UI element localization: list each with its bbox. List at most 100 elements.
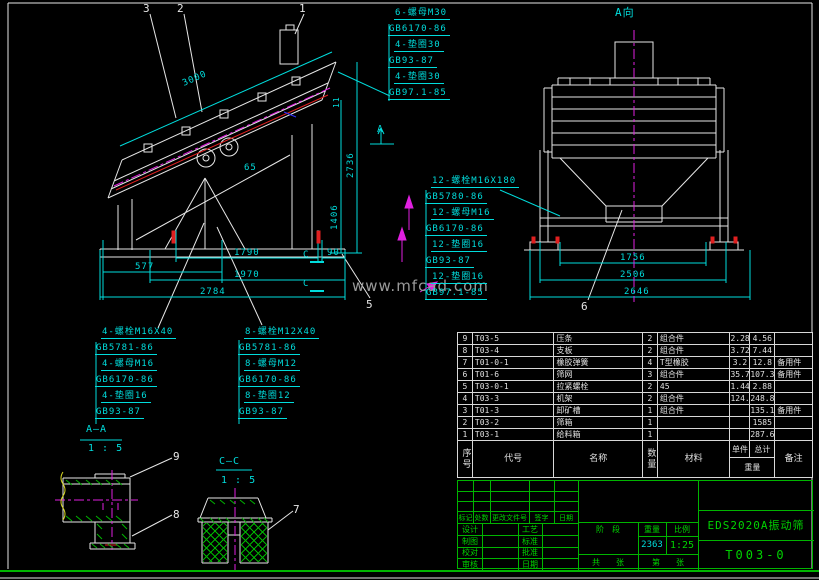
dim-11: 11 — [332, 96, 341, 108]
header-remark: 备注 — [775, 441, 812, 477]
part-seq: 2 — [458, 417, 473, 428]
table-row: 1 T03-1 给料箱 1 287.65 — [458, 429, 812, 441]
product-title: EDS2020A振动筛 — [698, 510, 814, 540]
part-unit-weight — [730, 417, 750, 428]
balloon-5: 5 — [366, 298, 373, 311]
section-aa-scale: 1 : 5 — [88, 443, 123, 454]
part-seq: 1 — [458, 429, 473, 440]
header-name: 名称 — [554, 441, 643, 477]
part-remark — [775, 381, 812, 392]
callout-line: 12-螺栓M16X180 — [431, 176, 519, 188]
sign-ratify: 批准 — [518, 547, 542, 558]
section-mark-c-bottom: C — [303, 279, 309, 289]
part-code: T03-2 — [473, 417, 555, 428]
part-material: 组合件 — [658, 333, 731, 344]
callout-line: GB5780-86 — [425, 192, 487, 204]
part-remark — [775, 429, 812, 440]
part-total-weight: 7.44 — [750, 345, 775, 356]
sign-drawn: 制图 — [458, 536, 482, 547]
part-code: T03-1 — [473, 429, 555, 440]
part-seq: 7 — [458, 357, 473, 368]
part-unit-weight: 3.72 — [730, 345, 750, 356]
callout-line: GB93-87 — [388, 56, 437, 68]
callout-line: GB6170-86 — [425, 224, 487, 236]
view-arrow-a-label: A — [377, 124, 384, 135]
callout-line: 6-螺母M30 — [394, 8, 450, 20]
balloon-8: 8 — [173, 508, 180, 521]
part-code: T03-4 — [473, 345, 555, 356]
section-mark-c-top: C — [303, 250, 309, 260]
part-total-weight: 107.37 — [750, 369, 775, 380]
sign-checked: 校对 — [458, 547, 482, 558]
part-seq: 8 — [458, 345, 473, 356]
part-qty: 4 — [643, 357, 658, 368]
balloon-3: 3 — [143, 2, 150, 15]
part-qty: 2 — [643, 345, 658, 356]
dim-height-2736: 2736 — [346, 152, 356, 178]
callout-line: 8-垫圈12 — [244, 391, 294, 403]
part-seq: 9 — [458, 333, 473, 344]
header-unit-weight: 单件 — [730, 441, 750, 457]
part-seq: 3 — [458, 405, 473, 416]
header-weight: 重量 — [730, 458, 774, 477]
callout-line: GB97.1-85 — [425, 288, 487, 300]
view-label-a-direction: A向 — [615, 4, 635, 20]
sign-process: 工艺 — [518, 524, 542, 535]
part-remark — [775, 345, 812, 356]
part-name: 支板 — [554, 345, 643, 356]
part-qty: 1 — [643, 405, 658, 416]
sign-approved: 审核 — [458, 559, 482, 570]
part-name: 卸矿槽 — [554, 405, 643, 416]
table-row: 9 T03-5 压条 2 组合件 2.28 4.56 — [458, 333, 812, 345]
part-total-weight: 2.88 — [750, 381, 775, 392]
title-line — [458, 501, 578, 502]
callout-line: GB6170-86 — [95, 375, 157, 387]
section-cc-title: C—C — [219, 456, 240, 467]
dim-2646: 2646 — [624, 287, 650, 297]
balloon-9: 9 — [173, 450, 180, 463]
part-seq: 4 — [458, 393, 473, 404]
part-qty: 1 — [643, 417, 658, 428]
sheet-total: 共 张 — [578, 554, 638, 570]
part-remark: 备用件 — [775, 369, 812, 380]
callout-line: GB97.1-85 — [388, 88, 450, 100]
title-block: 标记 处数 更改文件号 签字 日期 设计 制图 校对 审核 工艺 标准 批准 日… — [457, 480, 813, 569]
dim-1790: 1790 — [234, 248, 260, 258]
callout-stack-top: 6-螺母M30 GB6170-86 4-垫圈30 GB93-87 4-垫圈30 … — [388, 8, 450, 104]
part-total-weight: 135.14 — [750, 405, 775, 416]
part-material: 组合件 — [658, 393, 731, 404]
dim-height-1406: 1406 — [330, 204, 340, 230]
part-material — [658, 429, 731, 440]
part-code: T03-5 — [473, 333, 555, 344]
part-name: 给料箱 — [554, 429, 643, 440]
dim-577: 577 — [135, 262, 154, 272]
callout-line: 4-螺栓M16X40 — [101, 327, 176, 339]
header-seq: 序号 — [458, 441, 473, 477]
balloon-7: 7 — [293, 503, 300, 516]
dim-1970: 1970 — [234, 270, 260, 280]
header-qty: 数量 — [643, 441, 658, 477]
callout-line: GB5781-86 — [95, 343, 157, 355]
part-remark — [775, 393, 812, 404]
part-material: T型橡胶 — [658, 357, 731, 368]
part-material — [658, 417, 731, 428]
callout-stack-middle: 12-螺栓M16X180 GB5780-86 12-螺母M16 GB6170-8… — [425, 176, 519, 304]
part-material: 45 — [658, 381, 731, 392]
weight-value: 2363 — [638, 536, 666, 554]
callout-line: GB6170-86 — [238, 375, 300, 387]
part-remark: 备用件 — [775, 405, 812, 416]
part-material: 组合件 — [658, 405, 731, 416]
part-name: 拉紧螺栓 — [554, 381, 643, 392]
callout-line: 4-螺母M16 — [101, 359, 157, 371]
part-unit-weight: 1.44 — [730, 381, 750, 392]
part-qty: 3 — [643, 369, 658, 380]
balloon-6: 6 — [581, 300, 588, 313]
rev-header-mark: 标记 — [458, 512, 473, 523]
section-aa-title: A—A — [86, 424, 107, 435]
callout-line: 12-垫圈16 — [431, 240, 487, 252]
part-code: T01-3 — [473, 405, 555, 416]
title-line — [458, 491, 578, 492]
table-row: 8 T03-4 支板 2 组合件 3.72 7.44 — [458, 345, 812, 357]
part-unit-weight: 124.41 — [730, 393, 750, 404]
table-row: 4 T03-3 机架 2 组合件 124.41 248.82 — [458, 393, 812, 405]
